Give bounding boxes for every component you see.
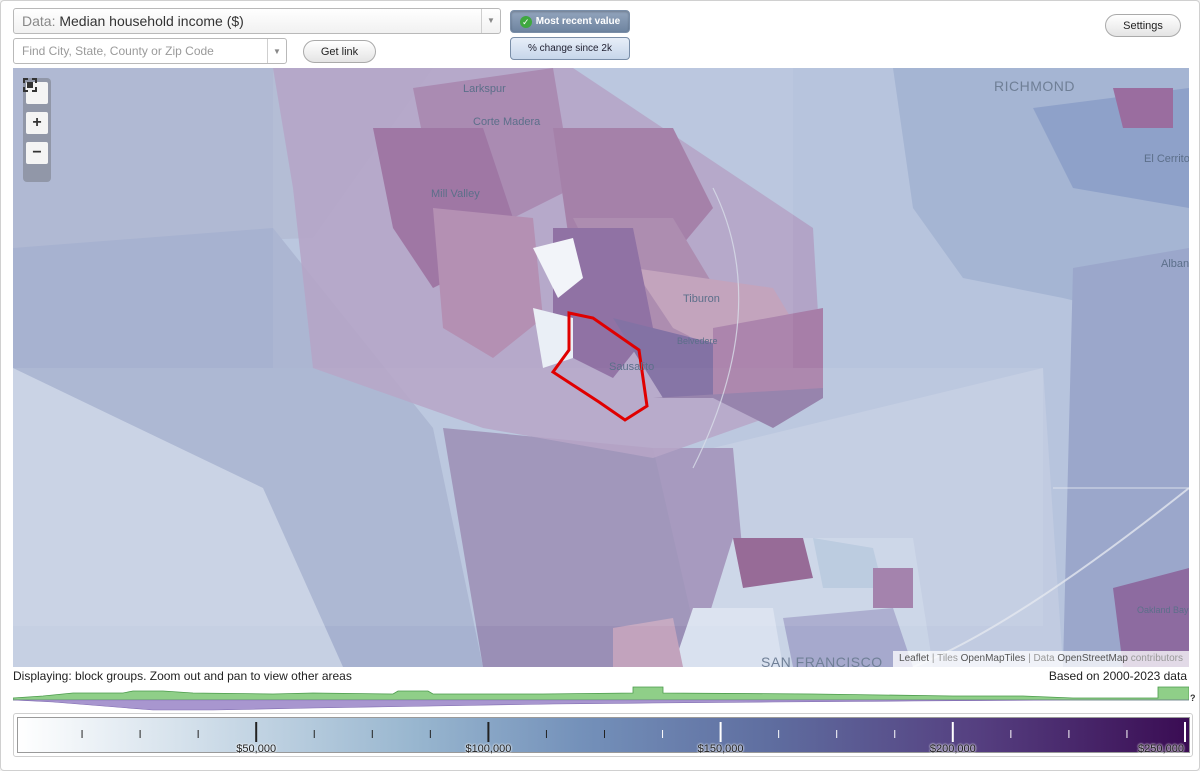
most-recent-label: Most recent value bbox=[535, 16, 621, 27]
place-label: SAN FRANCISCO bbox=[761, 654, 883, 667]
place-label: Sausalito bbox=[609, 361, 655, 373]
data-select-prefix: Data: bbox=[22, 13, 56, 29]
chevron-down-icon[interactable]: ▼ bbox=[481, 9, 500, 33]
data-select-value: Median household income ($) bbox=[59, 13, 244, 29]
place-label: Mill Valley bbox=[431, 188, 480, 200]
zoom-out-button[interactable]: − bbox=[26, 142, 48, 164]
pct-change-button[interactable]: % change since 2k bbox=[510, 37, 630, 60]
attribution-contributors-text: contributors bbox=[1130, 653, 1183, 664]
legend-label: $200,000 bbox=[929, 743, 976, 755]
location-search[interactable]: ▼ bbox=[13, 38, 287, 64]
legend-ticks bbox=[81, 722, 1186, 742]
zoom-in-button[interactable]: + bbox=[26, 112, 48, 134]
map-attribution: Leaflet | Tiles OpenMapTiles | Data Open… bbox=[893, 651, 1189, 667]
data-range-text: Based on 2000-2023 data bbox=[1048, 669, 1187, 683]
legend-label: $250,000 bbox=[1138, 743, 1184, 755]
settings-button[interactable]: Settings bbox=[1105, 14, 1181, 37]
place-label: Corte Madera bbox=[473, 116, 541, 128]
check-icon: ✓ bbox=[519, 15, 532, 28]
distribution-histogram bbox=[13, 686, 1189, 711]
place-label: Oakland Bay Bridge bbox=[1137, 605, 1189, 615]
legend-label: $100,000 bbox=[465, 743, 512, 755]
help-icon[interactable]: ? bbox=[1190, 693, 1196, 703]
most-recent-value-button[interactable]: ✓ Most recent value bbox=[510, 10, 630, 33]
attribution-separator: | bbox=[931, 653, 935, 664]
zoom-controls: + − bbox=[23, 78, 51, 182]
openstreetmap-link[interactable]: OpenStreetMap bbox=[1057, 653, 1128, 664]
legend: $50,000 $100,000 $150,000 $200,000 $250,000 bbox=[13, 713, 1193, 757]
place-label: El Cerrito bbox=[1144, 153, 1189, 165]
place-label: Albany bbox=[1161, 258, 1189, 270]
fullscreen-icon[interactable] bbox=[23, 78, 48, 104]
pct-change-label: % change since 2k bbox=[528, 43, 612, 54]
place-label: RICHMOND bbox=[994, 78, 1075, 94]
search-input[interactable] bbox=[14, 39, 266, 63]
choropleth-map[interactable]: + − Larkspur Corte Madera Mill Valley Ti… bbox=[13, 68, 1189, 667]
map-tiles bbox=[13, 68, 1189, 667]
legend-label: $150,000 bbox=[697, 743, 744, 755]
place-label: Belvedere bbox=[677, 336, 718, 346]
get-link-button[interactable]: Get link bbox=[303, 40, 376, 63]
chevron-down-icon[interactable]: ▼ bbox=[267, 39, 286, 63]
legend-label: $50,000 bbox=[236, 743, 277, 755]
place-label: Tiburon bbox=[683, 293, 720, 305]
attribution-separator: | bbox=[1028, 653, 1031, 664]
app-frame: Data: Median household income ($) ▼ ▼ Ge… bbox=[0, 0, 1200, 771]
leaflet-link[interactable]: Leaflet bbox=[899, 653, 929, 664]
place-label: Larkspur bbox=[463, 83, 506, 95]
attribution-data-text: Data bbox=[1033, 653, 1055, 664]
openmaptiles-link[interactable]: OpenMapTiles bbox=[961, 653, 1026, 664]
data-variable-select[interactable]: Data: Median household income ($) ▼ bbox=[13, 8, 501, 34]
display-level-text: Displaying: block groups. Zoom out and p… bbox=[13, 669, 352, 683]
attribution-tiles-text: Tiles bbox=[937, 653, 958, 664]
color-scale-bar: $50,000 $100,000 $150,000 $200,000 $250,000 bbox=[17, 717, 1190, 755]
